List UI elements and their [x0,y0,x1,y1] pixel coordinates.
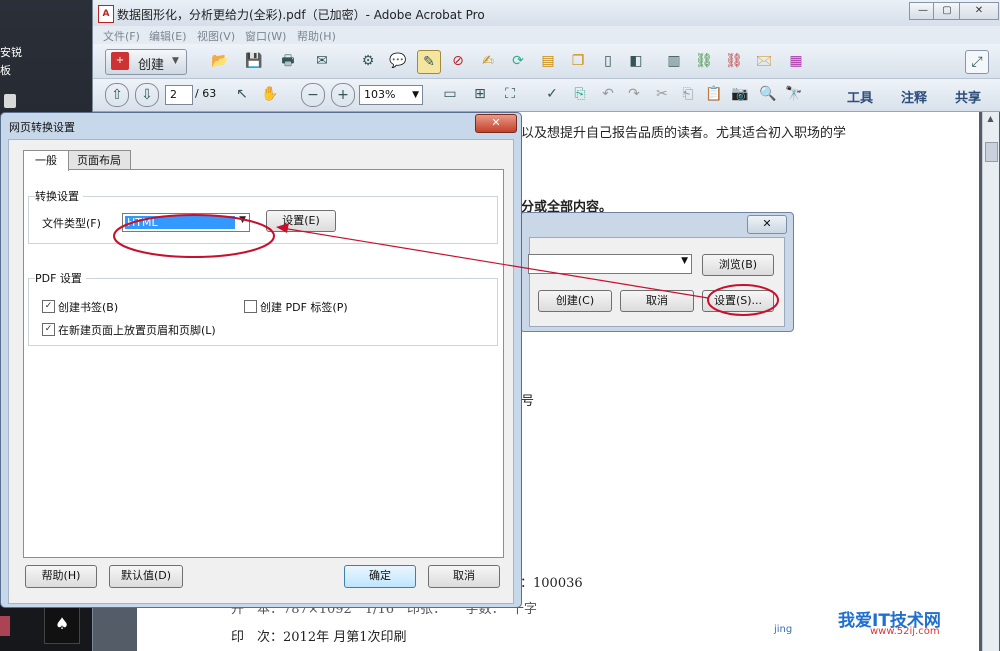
annotation-ellipse-file-type [113,214,275,258]
watermark-url-prefix: jing [774,624,793,635]
annotation-arrow-line [281,227,709,299]
annotation-ellipse-settings [707,284,779,316]
paw-logo-icon [790,544,824,578]
annotation-arrow-head [276,223,289,233]
watermark: Baidu 经验 我爱IT技术网 jing www.52ij.com [750,540,1000,651]
tab-general[interactable]: 一般 [23,150,69,171]
watermark-url: www.52ij.com [870,626,940,637]
